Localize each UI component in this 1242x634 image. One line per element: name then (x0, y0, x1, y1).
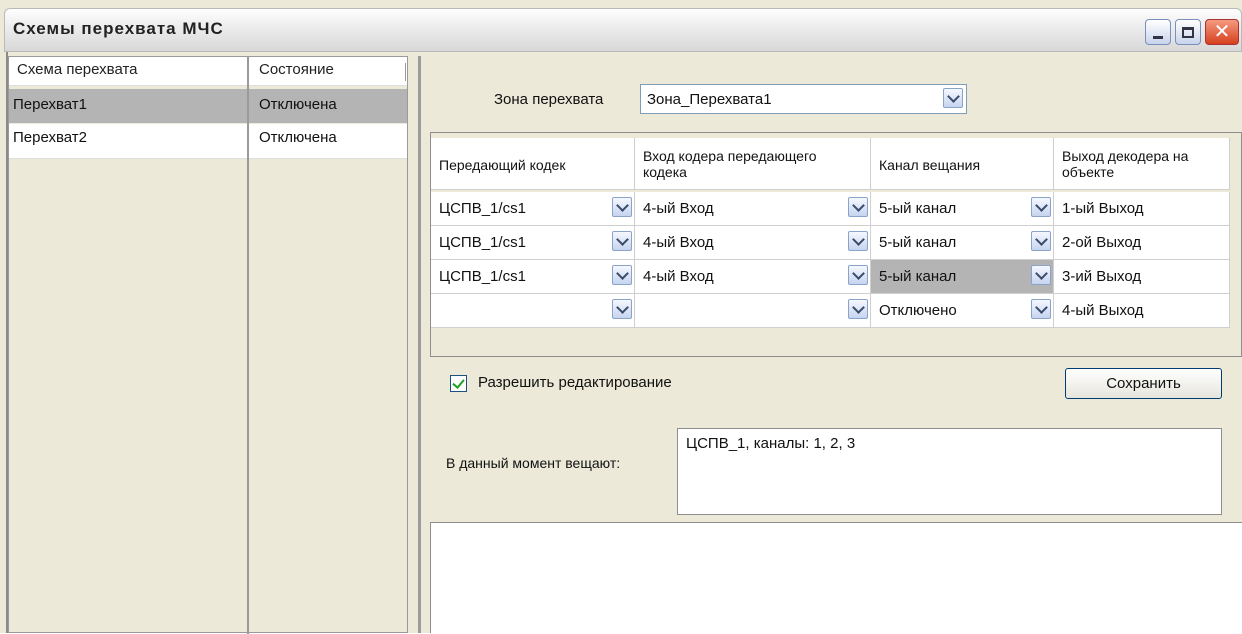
codec-dropdown-button[interactable] (612, 197, 632, 217)
chevron-down-icon (946, 89, 960, 103)
grid-cell-codec[interactable] (431, 294, 635, 328)
chevron-down-icon (851, 198, 865, 212)
splitter[interactable] (418, 56, 421, 633)
grid-cell-codec[interactable]: ЦСПВ_1/cs1 (431, 226, 635, 260)
grid-cell-channel[interactable]: Отключено (871, 294, 1054, 328)
grid-cell-channel-selected[interactable]: 5-ый канал (871, 260, 1054, 294)
column-header-scheme[interactable]: Схема перехвата (17, 61, 138, 78)
input-dropdown-button[interactable] (848, 299, 868, 319)
grid-cell-input[interactable]: 4-ый Вход (635, 192, 871, 226)
grid-cell-channel[interactable]: 5-ый канал (871, 226, 1054, 260)
scheme-state: Отключена (259, 129, 337, 146)
codec-dropdown-button[interactable] (612, 231, 632, 251)
maximize-button[interactable] (1175, 19, 1201, 45)
grid-cell-input[interactable] (635, 294, 871, 328)
chevron-down-icon (1034, 300, 1048, 314)
chevron-down-icon (1034, 232, 1048, 246)
grid-cell-channel[interactable]: 5-ый канал (871, 192, 1054, 226)
scheme-name: Перехват2 (13, 129, 88, 146)
close-icon: ✕ (1213, 21, 1231, 43)
channel-dropdown-button[interactable] (1031, 197, 1051, 217)
input-dropdown-button[interactable] (848, 265, 868, 285)
grid-cell-output: 4-ый Выход (1054, 294, 1230, 328)
scheme-state: Отключена (259, 96, 337, 113)
grid-header-output: Выход декодера на объекте (1054, 138, 1230, 190)
window-title: Схемы перехвата МЧС (13, 19, 224, 38)
codec-dropdown-button[interactable] (612, 265, 632, 285)
zone-label: Зона перехвата (494, 91, 604, 108)
grid-cell-output: 3-ий Выход (1054, 260, 1230, 294)
list-item[interactable]: Перехват1 Отключена (9, 89, 407, 123)
minimize-button[interactable] (1145, 19, 1171, 45)
chevron-down-icon (615, 232, 629, 246)
app-window: Схемы перехвата МЧС ✕ Схема перехвата Со… (0, 0, 1242, 634)
schemes-list-header: Схема перехвата Состояние (9, 57, 407, 86)
grid-header-channel: Канал вещания (871, 138, 1054, 190)
channel-dropdown-button[interactable] (1031, 265, 1051, 285)
column-divider[interactable] (405, 63, 406, 81)
zone-value: Зона_Перехвата1 (647, 91, 772, 108)
codec-dropdown-button[interactable] (612, 299, 632, 319)
allow-edit-checkbox[interactable] (450, 375, 467, 392)
channel-dropdown-button[interactable] (1031, 231, 1051, 251)
list-item[interactable]: Перехват2 Отключена (9, 124, 407, 159)
grid-cell-codec[interactable]: ЦСПВ_1/cs1 (431, 260, 635, 294)
chevron-down-icon (851, 266, 865, 280)
chevron-down-icon (851, 232, 865, 246)
grid-cell-output: 2-ой Выход (1054, 226, 1230, 260)
channel-dropdown-button[interactable] (1031, 299, 1051, 319)
input-dropdown-button[interactable] (848, 197, 868, 217)
chevron-down-icon (615, 300, 629, 314)
chevron-down-icon (615, 198, 629, 212)
chevron-down-icon (1034, 198, 1048, 212)
maximize-icon (1182, 26, 1194, 38)
close-button[interactable]: ✕ (1205, 19, 1239, 45)
chevron-down-icon (615, 266, 629, 280)
input-dropdown-button[interactable] (848, 231, 868, 251)
minimize-icon (1153, 35, 1163, 39)
log-area[interactable] (430, 522, 1242, 633)
schemes-list[interactable]: Схема перехвата Состояние Перехват1 Откл… (8, 56, 408, 634)
allow-edit-label[interactable]: Разрешить редактирование (478, 374, 672, 391)
grid-header-input: Вход кодера передающего кодека (635, 138, 871, 190)
now-broadcasting-label: В данный момент вещают: (446, 455, 621, 471)
zone-dropdown-button[interactable] (943, 88, 963, 108)
checkmark-icon (452, 375, 465, 389)
chevron-down-icon (851, 300, 865, 314)
grid-cell-input[interactable]: 4-ый Вход (635, 226, 871, 260)
grid-cell-input[interactable]: 4-ый Вход (635, 260, 871, 294)
now-broadcasting-field[interactable]: ЦСПВ_1, каналы: 1, 2, 3 (677, 428, 1222, 515)
save-button[interactable]: Сохранить (1065, 368, 1222, 399)
chevron-down-icon (1034, 266, 1048, 280)
grid-cell-codec[interactable]: ЦСПВ_1/cs1 (431, 192, 635, 226)
zone-select[interactable]: Зона_Перехвата1 (640, 84, 967, 114)
now-broadcasting-value: ЦСПВ_1, каналы: 1, 2, 3 (686, 435, 856, 452)
grid-header-codec: Передающий кодек (431, 138, 635, 190)
list-column-separator (247, 57, 249, 634)
scheme-name: Перехват1 (13, 96, 88, 113)
column-header-state[interactable]: Состояние (259, 61, 334, 78)
grid-cell-output: 1-ый Выход (1054, 192, 1230, 226)
title-bar[interactable]: Схемы перехвата МЧС ✕ (4, 8, 1242, 52)
